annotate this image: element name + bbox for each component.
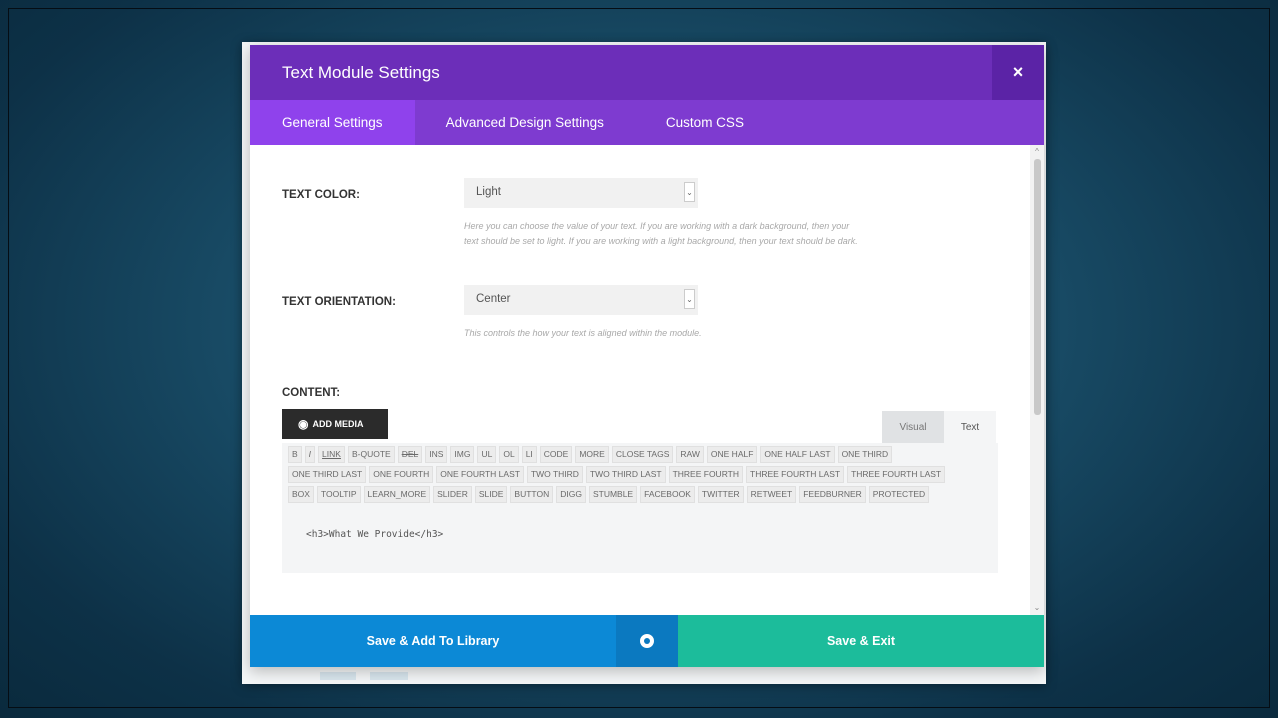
chevron-down-icon: ⌄ [684, 182, 695, 202]
quicktag-feedburner[interactable]: FEEDBURNER [799, 486, 866, 503]
text-color-description-line: text should be set to light. If you are … [464, 236, 858, 246]
text-color-description-line: Here you can choose the value of your te… [464, 221, 850, 231]
quicktag-one-half[interactable]: ONE HALF [706, 446, 758, 463]
quicktags-toolbar: B I LINK B-QUOTE DEL INS IMG UL OL LI CO… [288, 446, 994, 506]
scrollbar-thumb[interactable] [1034, 159, 1041, 415]
text-color-label: TEXT COLOR: [282, 189, 360, 201]
close-icon: × [1012, 62, 1024, 82]
quicktag-link[interactable]: LINK [318, 446, 345, 463]
quicktags-row: BOX TOOLTIP LEARN_MORE SLIDER SLIDE BUTT… [288, 486, 994, 503]
quicktag-one-third-last[interactable]: ONE THIRD LAST [288, 466, 367, 483]
quicktags-row: ONE THIRD LAST ONE FOURTH ONE FOURTH LAS… [288, 466, 994, 483]
scroll-up-icon[interactable]: ^ [1032, 147, 1042, 157]
preview-button[interactable] [616, 615, 678, 667]
quicktag-one-fourth-last[interactable]: ONE FOURTH LAST [436, 466, 524, 483]
quicktag-button[interactable]: BUTTON [510, 486, 554, 503]
settings-modal: Text Module Settings × General Settings … [250, 45, 1044, 667]
quicktag-retweet[interactable]: RETWEET [746, 486, 797, 503]
quicktag-ul[interactable]: UL [477, 446, 497, 463]
tab-advanced-design-settings[interactable]: Advanced Design Settings [446, 100, 604, 145]
quicktag-learn-more[interactable]: LEARN_MORE [363, 486, 431, 503]
settings-tabs: General Settings Advanced Design Setting… [250, 100, 1044, 145]
text-color-select[interactable]: Light ⌄ [464, 178, 698, 208]
modal-footer: Save & Add To Library Save & Exit [250, 615, 1044, 667]
settings-scrollbar[interactable]: ^ ⌄ [1030, 145, 1044, 615]
eye-icon [640, 634, 654, 648]
save-exit-button[interactable]: Save & Exit [678, 615, 1044, 667]
tab-custom-css[interactable]: Custom CSS [666, 100, 744, 145]
quicktag-raw[interactable]: RAW [676, 446, 704, 463]
close-button[interactable]: × [992, 45, 1044, 100]
quicktag-two-third-last[interactable]: TWO THIRD LAST [585, 466, 666, 483]
save-add-to-library-button[interactable]: Save & Add To Library [250, 615, 616, 667]
quicktag-b-quote[interactable]: B-QUOTE [347, 446, 395, 463]
chevron-down-icon: ⌄ [684, 289, 695, 309]
text-color-description: Here you can choose the value of your te… [464, 219, 934, 249]
media-icon: ◉ [298, 417, 309, 431]
quicktag-three-fourth[interactable]: THREE FOURTH [668, 466, 744, 483]
quicktag-facebook[interactable]: FACEBOOK [640, 486, 695, 503]
quicktag-twitter[interactable]: TWITTER [697, 486, 744, 503]
quicktag-three-fourth-last[interactable]: THREE FOURTH LAST [847, 466, 946, 483]
quicktag-ins[interactable]: INS [425, 446, 448, 463]
content-textarea[interactable]: <h3>What We Provide</h3> [282, 505, 998, 573]
editor-mode-tabs: Visual Text [882, 411, 996, 443]
text-orientation-select[interactable]: Center ⌄ [464, 285, 698, 315]
quicktag-li[interactable]: LI [521, 446, 537, 463]
quicktag-del[interactable]: DEL [397, 446, 423, 463]
scroll-down-icon[interactable]: ⌄ [1032, 603, 1042, 613]
quicktag-close-tags[interactable]: CLOSE TAGS [611, 446, 674, 463]
quicktag-slider[interactable]: SLIDER [433, 486, 472, 503]
quicktag-digg[interactable]: DIGG [556, 486, 586, 503]
quicktag-img[interactable]: IMG [450, 446, 475, 463]
quicktag-ol[interactable]: OL [499, 446, 519, 463]
add-media-button[interactable]: ◉ ADD MEDIA [282, 409, 388, 439]
quicktag-bold[interactable]: B [288, 446, 302, 463]
add-media-label: ADD MEDIA [312, 419, 364, 429]
backdrop-strip [370, 672, 408, 680]
quicktag-two-third[interactable]: TWO THIRD [526, 466, 583, 483]
modal-title: Text Module Settings [282, 63, 440, 82]
quicktag-tooltip[interactable]: TOOLTIP [316, 486, 361, 503]
quicktag-one-fourth[interactable]: ONE FOURTH [369, 466, 434, 483]
editor-tab-text[interactable]: Text [944, 411, 996, 443]
text-orientation-value: Center [476, 293, 511, 305]
quicktag-three-fourth-last[interactable]: THREE FOURTH LAST [746, 466, 845, 483]
quicktag-box[interactable]: BOX [288, 486, 314, 503]
quicktag-slide[interactable]: SLIDE [474, 486, 508, 503]
backdrop-strip [320, 672, 356, 680]
modal-title-bar: Text Module Settings × [250, 45, 1044, 100]
content-editor: B I LINK B-QUOTE DEL INS IMG UL OL LI CO… [282, 443, 998, 573]
quicktag-italic[interactable]: I [304, 446, 316, 463]
quicktag-protected[interactable]: PROTECTED [868, 486, 930, 503]
quicktag-stumble[interactable]: STUMBLE [588, 486, 638, 503]
tab-general-settings[interactable]: General Settings [250, 100, 415, 145]
quicktag-more[interactable]: MORE [575, 446, 609, 463]
text-orientation-label: TEXT ORIENTATION: [282, 296, 396, 308]
text-orientation-description: This controls the how your text is align… [464, 328, 702, 338]
quicktags-row: B I LINK B-QUOTE DEL INS IMG UL OL LI CO… [288, 446, 994, 463]
quicktag-code[interactable]: CODE [539, 446, 573, 463]
text-color-value: Light [476, 186, 501, 198]
settings-body: TEXT COLOR: Light ⌄ Here you can choose … [250, 145, 1030, 615]
editor-tab-visual[interactable]: Visual [882, 411, 944, 443]
quicktag-one-third[interactable]: ONE THIRD [837, 446, 893, 463]
quicktag-one-half-last[interactable]: ONE HALF LAST [760, 446, 835, 463]
content-label: CONTENT: [282, 387, 341, 399]
